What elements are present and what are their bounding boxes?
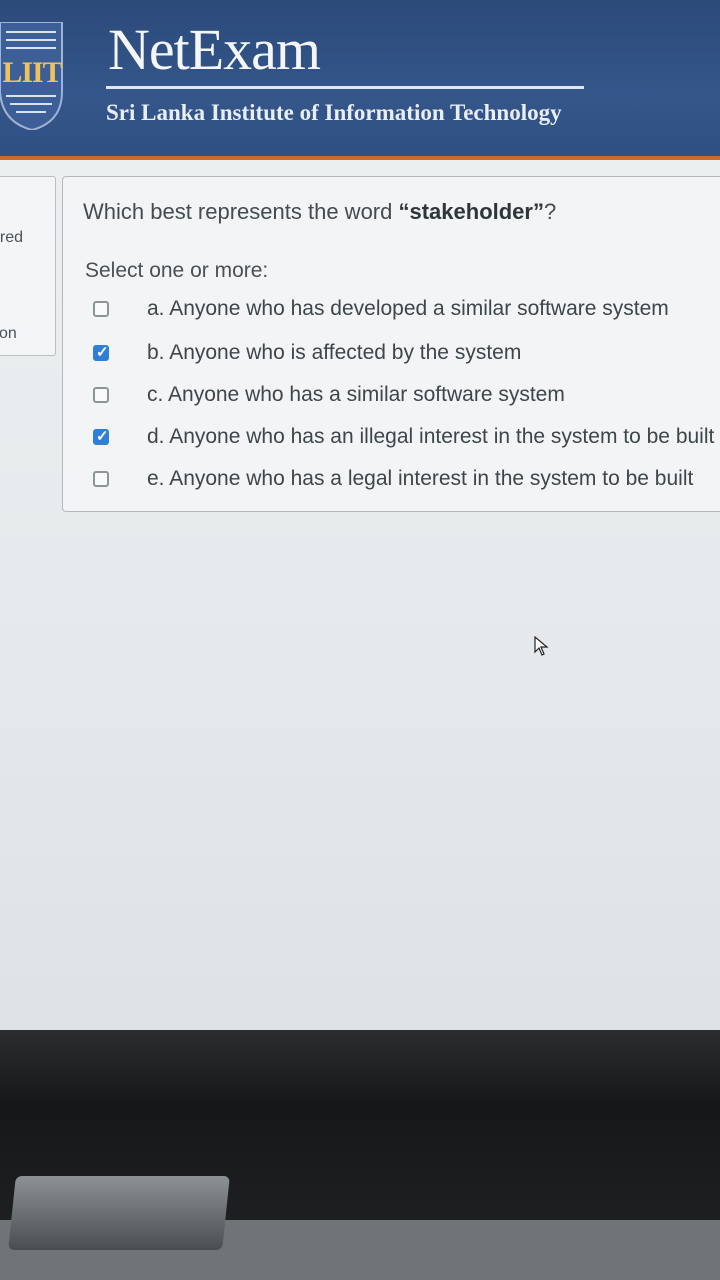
answer-label-b[interactable]: b. Anyone who is affected by the system [147, 341, 521, 365]
answer-option-d[interactable]: d. Anyone who has an illegal interest in… [93, 425, 720, 455]
answer-label-a[interactable]: a. Anyone who has developed a similar so… [147, 297, 669, 321]
question-text-keyword: “stakeholder” [398, 199, 544, 224]
question-card: Which best represents the word “stakehol… [62, 176, 720, 512]
answer-option-b[interactable]: b. Anyone who is affected by the system [93, 341, 720, 371]
answer-label-c[interactable]: c. Anyone who has a similar software sys… [147, 383, 565, 407]
answer-checkbox-a[interactable] [93, 301, 109, 317]
screen: LIIT NetExam Sri Lanka Institute of Info… [0, 0, 720, 1060]
answer-checkbox-b[interactable] [93, 343, 109, 361]
info-status-fragment: ered [0, 229, 24, 246]
laptop-hinge [8, 1176, 230, 1250]
answer-option-e[interactable]: e. Anyone who has a legal interest in th… [93, 467, 720, 497]
question-text-suffix: ? [543, 199, 557, 224]
answer-checkbox-c[interactable] [93, 387, 109, 403]
answer-prompt: Select one or more: [85, 259, 269, 282]
site-header: LIIT NetExam Sri Lanka Institute of Info… [0, 0, 720, 160]
answer-checkbox-e[interactable] [93, 471, 109, 487]
flag-question-fragment[interactable]: tion [0, 325, 17, 343]
question-text-prefix: Which best represents the word [83, 199, 399, 224]
answer-checkbox-d[interactable] [93, 427, 109, 445]
question-text: Which best represents the word “stakehol… [83, 199, 556, 225]
brand-divider [106, 86, 584, 89]
question-info-panel: ered f tion [0, 176, 56, 356]
answer-label-d[interactable]: d. Anyone who has an illegal interest in… [147, 425, 714, 449]
answer-label-e[interactable]: e. Anyone who has a legal interest in th… [147, 467, 693, 491]
sliit-logo: LIIT [0, 21, 64, 132]
answer-option-a[interactable]: a. Anyone who has developed a similar so… [93, 297, 720, 327]
answer-option-c[interactable]: c. Anyone who has a similar software sys… [93, 383, 720, 413]
institute-subtitle: Sri Lanka Institute of Information Techn… [106, 100, 562, 125]
logo-text: LIIT [2, 56, 62, 89]
mouse-cursor-icon [534, 635, 550, 656]
brand-title[interactable]: NetExam [108, 16, 321, 83]
